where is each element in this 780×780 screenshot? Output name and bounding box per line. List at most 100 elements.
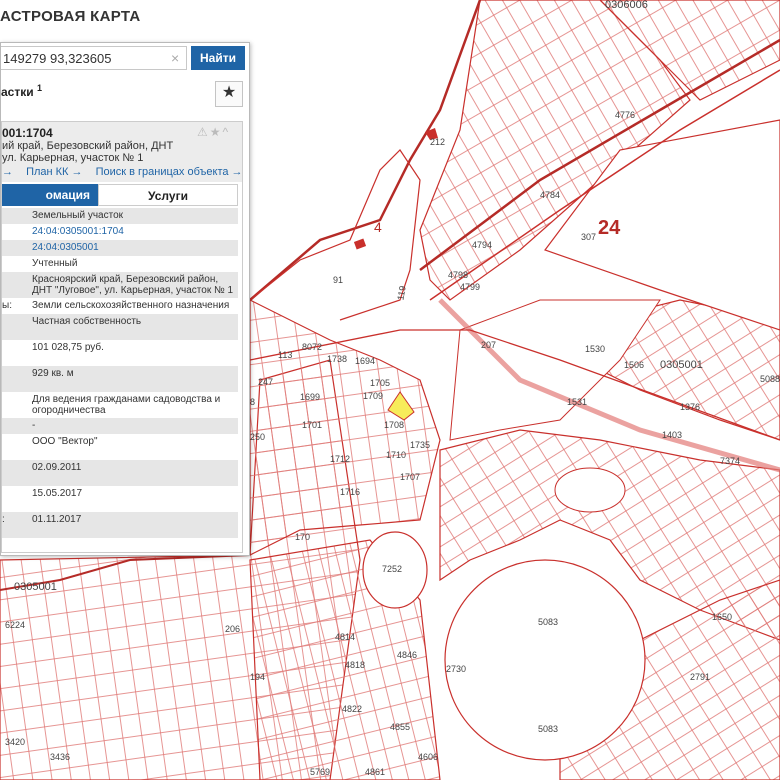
parcel-address-line2: ул. Карьерная, участок № 1: [2, 152, 144, 164]
svg-text:1506: 1506: [624, 360, 644, 370]
svg-text:1403: 1403: [662, 430, 682, 440]
svg-text:4861: 4861: [365, 767, 385, 777]
svg-text:250: 250: [250, 432, 265, 442]
attribute-row: : 01.11.2017: [2, 512, 238, 538]
svg-text:24: 24: [598, 217, 621, 239]
svg-text:307: 307: [581, 232, 596, 242]
pond-east: [554, 467, 626, 513]
svg-text:2791: 2791: [690, 672, 710, 682]
svg-text:1735: 1735: [410, 440, 430, 450]
attribute-row: 929 кв. м: [2, 366, 238, 392]
svg-text:1694: 1694: [355, 356, 375, 366]
attribute-row: Земельный участок: [2, 208, 238, 224]
attribute-value: Учтенный: [32, 258, 78, 269]
svg-text:4798: 4798: [448, 270, 468, 280]
svg-text:194: 194: [250, 672, 265, 682]
card-links: → План КК → Поиск в границах объекта →: [2, 166, 253, 178]
svg-text:3420: 3420: [5, 737, 25, 747]
svg-text:206: 206: [225, 624, 240, 634]
svg-text:4818: 4818: [345, 660, 365, 670]
clear-icon[interactable]: ×: [171, 50, 179, 66]
attribute-value: 01.11.2017: [32, 514, 82, 525]
attribute-row: Для ведения гражданами садоводства и огор…: [2, 392, 238, 418]
attribute-value: Земельный участок: [32, 210, 124, 221]
parcel-number: 001:1704: [2, 126, 53, 140]
svg-text:3436: 3436: [50, 752, 70, 762]
info-panel: × Найти астки 1 ★ 001:1704 ⚠★^ ий край, …: [0, 42, 250, 556]
attribute-value-cont: огородничества: [32, 405, 106, 416]
svg-text:4784: 4784: [540, 190, 560, 200]
app-title: АСТРОВАЯ КАРТА: [0, 8, 147, 25]
svg-text:0305001: 0305001: [14, 581, 57, 593]
svg-text:1710: 1710: [386, 450, 406, 460]
card-actions-icon[interactable]: ⚠★^: [197, 125, 230, 139]
svg-text:1701: 1701: [302, 420, 322, 430]
attribute-value: ООО "Вектор": [32, 436, 98, 447]
attribute-row: 101 028,75 руб.: [2, 340, 238, 366]
section-title: астки 1: [1, 83, 42, 99]
svg-text:2730: 2730: [446, 664, 466, 674]
svg-text:1699: 1699: [300, 392, 320, 402]
attribute-row: Учтенный: [2, 256, 238, 272]
svg-text:4606: 4606: [418, 752, 438, 762]
svg-text:4: 4: [374, 219, 382, 235]
svg-text:247: 247: [258, 377, 273, 387]
link-plan-kk[interactable]: План КК →: [26, 166, 82, 178]
svg-text:91: 91: [333, 275, 343, 285]
attribute-value: 02.09.2011: [32, 462, 82, 473]
svg-text:212: 212: [430, 137, 445, 147]
svg-text:6224: 6224: [5, 620, 25, 630]
attribute-row: Красноярский край, Березовский район, ДНТ…: [2, 272, 238, 298]
svg-text:5088: 5088: [760, 374, 780, 384]
attribute-value-cont: ДНТ "Луговое", ул. Карьерная, участок № …: [32, 285, 234, 296]
svg-text:1650: 1650: [712, 612, 732, 622]
link-arrow[interactable]: →: [2, 166, 13, 178]
svg-text:4855: 4855: [390, 722, 410, 732]
attribute-row: 02.09.2011: [2, 460, 238, 486]
svg-text:113: 113: [278, 350, 292, 360]
parcel-address-line1: ий край, Березовский район, ДНТ: [2, 140, 174, 152]
tab-information[interactable]: омация: [2, 184, 98, 206]
favorites-star-icon[interactable]: ★: [215, 81, 243, 107]
svg-text:170: 170: [295, 532, 310, 542]
attribute-row: ООО "Вектор": [2, 434, 238, 460]
attribute-value[interactable]: 24:04:0305001: [32, 242, 99, 254]
svg-text:0306006: 0306006: [605, 0, 648, 11]
attribute-row: Частная собственность: [2, 314, 238, 340]
svg-text:0305001: 0305001: [660, 359, 703, 371]
svg-text:5083: 5083: [538, 617, 558, 627]
link-search-in-bounds[interactable]: Поиск в границах объекта →: [96, 166, 243, 178]
find-button[interactable]: Найти: [191, 46, 245, 70]
search-input[interactable]: [1, 46, 187, 70]
svg-text:1712: 1712: [330, 454, 350, 464]
svg-text:4846: 4846: [397, 650, 417, 660]
svg-text:1531: 1531: [567, 397, 587, 407]
svg-text:7252: 7252: [382, 564, 402, 574]
parcel-card: 001:1704 ⚠★^ ий край, Березовский район,…: [1, 121, 243, 553]
attribute-value[interactable]: 24:04:0305001:1704: [32, 226, 124, 238]
attribute-value: -: [32, 420, 36, 431]
attribute-row: 24:04:0305001: [2, 240, 238, 256]
svg-text:1707: 1707: [400, 472, 420, 482]
svg-text:1738: 1738: [327, 354, 347, 364]
svg-text:5083: 5083: [538, 724, 558, 734]
tab-services[interactable]: Услуги: [98, 184, 238, 206]
attribute-value: Земли сельскохозяйственного назначения: [32, 300, 230, 311]
attribute-value: 929 кв. м: [32, 368, 74, 379]
parcel-card-header[interactable]: 001:1704 ⚠★^ ий край, Березовский район,…: [2, 122, 243, 182]
svg-text:1376: 1376: [680, 402, 700, 412]
attribute-row: ы: Земли сельскохозяйственного назначения: [2, 298, 238, 314]
card-tabs: омация Услуги: [2, 184, 238, 206]
svg-text:5769: 5769: [310, 767, 330, 777]
attribute-row: -: [2, 418, 238, 434]
attribute-value: 15.05.2017: [32, 488, 83, 499]
svg-text:4794: 4794: [472, 240, 492, 250]
svg-text:1705: 1705: [370, 378, 390, 388]
svg-text:4799: 4799: [460, 282, 480, 292]
svg-text:1530: 1530: [585, 344, 605, 354]
svg-text:8072: 8072: [302, 342, 322, 352]
section-title-text: астки: [1, 85, 34, 99]
attribute-row: 24:04:0305001:1704: [2, 224, 238, 240]
svg-text:1709: 1709: [363, 391, 383, 401]
attribute-value: Частная собственность: [32, 316, 142, 327]
